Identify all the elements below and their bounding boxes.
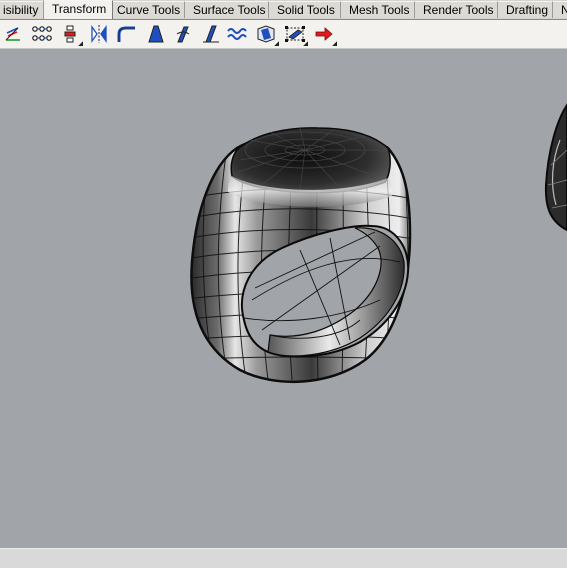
perspective-viewport[interactable] bbox=[0, 56, 567, 546]
smooth-icon[interactable] bbox=[226, 23, 248, 45]
tab-bar: isibility Transform Curve Tools Surface … bbox=[0, 0, 567, 20]
array-icon[interactable] bbox=[31, 23, 53, 45]
tab-label: Curve Tools bbox=[117, 3, 181, 17]
tab-label: isibility bbox=[3, 3, 39, 17]
status-bar bbox=[0, 548, 567, 568]
tab-label: N bbox=[561, 3, 567, 17]
transform-toolbar bbox=[0, 20, 567, 49]
tab-visibility[interactable]: isibility bbox=[0, 1, 46, 18]
red-arrow-icon[interactable] bbox=[313, 23, 337, 46]
twist-icon[interactable] bbox=[172, 23, 194, 45]
tab-surface-tools[interactable]: Surface Tools bbox=[184, 1, 273, 18]
move-to-plane-icon[interactable] bbox=[2, 23, 24, 45]
submenu-indicator-icon bbox=[332, 41, 337, 46]
tab-label: Transform bbox=[52, 2, 107, 16]
mirror-icon[interactable] bbox=[88, 23, 110, 45]
submenu-indicator-icon bbox=[274, 41, 279, 46]
flow-icon[interactable] bbox=[200, 23, 222, 45]
submenu-indicator-icon bbox=[303, 41, 308, 46]
tab-mesh-tools[interactable]: Mesh Tools bbox=[340, 1, 417, 18]
tab-overflow[interactable]: N bbox=[552, 1, 567, 18]
tab-label: Solid Tools bbox=[277, 3, 335, 17]
cage-edit-icon[interactable] bbox=[255, 23, 279, 46]
box-edit-icon[interactable] bbox=[284, 23, 308, 46]
taper-icon[interactable] bbox=[145, 23, 167, 45]
align-icon[interactable] bbox=[59, 23, 83, 46]
tab-render-tools[interactable]: Render Tools bbox=[414, 1, 501, 18]
bend-icon[interactable] bbox=[116, 23, 138, 45]
tab-solid-tools[interactable]: Solid Tools bbox=[268, 1, 342, 18]
tab-label: Drafting bbox=[506, 3, 549, 17]
ring-model bbox=[190, 103, 567, 384]
tab-label: Surface Tools bbox=[193, 3, 266, 17]
tab-label: Render Tools bbox=[423, 3, 494, 17]
tab-transform[interactable]: Transform bbox=[43, 0, 114, 19]
tab-curve-tools[interactable]: Curve Tools bbox=[108, 1, 188, 18]
submenu-indicator-icon bbox=[78, 41, 83, 46]
tab-label: Mesh Tools bbox=[349, 3, 410, 17]
tab-drafting[interactable]: Drafting bbox=[497, 1, 556, 18]
